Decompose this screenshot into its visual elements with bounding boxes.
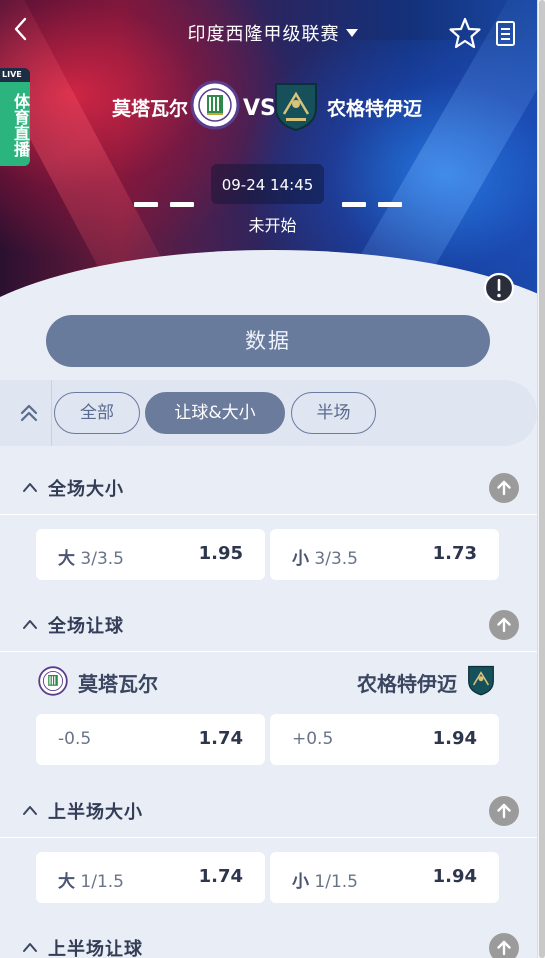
vs-label: VS bbox=[243, 96, 276, 121]
market-header[interactable]: 上半场大小 bbox=[0, 782, 537, 838]
market-title: 全场大小 bbox=[48, 479, 124, 500]
handicap-home-team: 莫塔瓦尔 bbox=[78, 672, 158, 696]
odds-under[interactable]: 小 3/3.5 1.73 bbox=[270, 529, 499, 580]
arrow-up-icon bbox=[497, 480, 511, 496]
odds-row: 大 3/3.5 1.95 小 3/3.5 1.73 bbox=[0, 515, 537, 581]
away-team-logo-small bbox=[466, 664, 496, 696]
market-half-total: 上半场大小 大 1/1.5 1.74 小 1/1.5 1.94 bbox=[0, 782, 537, 904]
page: 印度西隆甲级联赛 LIVE 体育直播 莫塔瓦尔 VS 农格特伊迈 09-24 1… bbox=[0, 0, 545, 958]
pin-top-button[interactable] bbox=[489, 610, 519, 640]
teams-row: 莫塔瓦尔 VS 农格特伊迈 bbox=[0, 78, 545, 138]
odds-away-handicap[interactable]: +0.5 1.94 bbox=[270, 714, 499, 765]
handicap-away-team: 农格特伊迈 bbox=[357, 672, 457, 696]
league-title: 印度西隆甲级联赛 bbox=[187, 24, 340, 45]
chevron-up-icon bbox=[23, 483, 37, 492]
double-chevron-up-icon bbox=[20, 404, 38, 422]
odds-value: 1.94 bbox=[432, 866, 477, 887]
market-full-handicap: 全场让球 莫塔瓦尔 农格特伊迈 -0.5 1.74 +0.5 1.94 bbox=[0, 596, 537, 766]
tab-all[interactable]: 全部 bbox=[54, 392, 140, 434]
away-team-logo bbox=[272, 80, 320, 132]
odds-label: +0.5 bbox=[292, 729, 334, 749]
odds-row: -0.5 1.74 +0.5 1.94 bbox=[0, 700, 537, 766]
home-team-logo-small bbox=[38, 666, 68, 696]
match-status: 未开始 bbox=[248, 216, 297, 235]
odds-label: 小 3/3.5 bbox=[292, 549, 358, 569]
pin-top-button[interactable] bbox=[489, 933, 519, 958]
away-score-placeholder bbox=[342, 202, 402, 210]
match-datetime: 09-24 14:45 bbox=[211, 164, 324, 204]
chevron-up-icon bbox=[23, 806, 37, 815]
odds-over[interactable]: 大 3/3.5 1.95 bbox=[36, 529, 265, 580]
home-team-name: 莫塔瓦尔 bbox=[111, 98, 188, 120]
market-full-total: 全场大小 大 3/3.5 1.95 小 3/3.5 1.73 bbox=[0, 459, 537, 581]
pin-top-button[interactable] bbox=[489, 796, 519, 826]
document-icon bbox=[496, 21, 515, 46]
odds-over[interactable]: 大 1/1.5 1.74 bbox=[36, 852, 265, 903]
market-header[interactable]: 上半场让球 bbox=[0, 919, 537, 958]
caret-down-icon bbox=[345, 29, 358, 37]
odds-value: 1.74 bbox=[198, 728, 243, 749]
top-bar: 印度西隆甲级联赛 bbox=[0, 0, 545, 64]
odds-label: -0.5 bbox=[58, 729, 92, 749]
odds-value: 1.73 bbox=[432, 543, 477, 564]
home-score-placeholder bbox=[134, 202, 194, 210]
market-header[interactable]: 全场大小 bbox=[0, 459, 537, 515]
odds-label: 小 1/1.5 bbox=[292, 872, 358, 892]
odds-value: 1.94 bbox=[432, 728, 477, 749]
odds-row: 大 1/1.5 1.74 小 1/1.5 1.94 bbox=[0, 838, 537, 904]
market-title: 全场让球 bbox=[48, 616, 124, 637]
market-header[interactable]: 全场让球 bbox=[0, 596, 537, 652]
tab-handicap-total[interactable]: 让球&大小 bbox=[145, 392, 285, 434]
market-title: 上半场让球 bbox=[48, 939, 143, 958]
scrollbar[interactable] bbox=[537, 0, 545, 958]
away-team-name: 农格特伊迈 bbox=[327, 98, 423, 120]
rules-button[interactable] bbox=[494, 20, 518, 48]
market-title: 上半场大小 bbox=[48, 802, 143, 823]
favorite-button[interactable] bbox=[448, 16, 482, 50]
stats-button[interactable]: 数据 bbox=[46, 315, 490, 367]
info-button[interactable] bbox=[483, 272, 515, 304]
home-team-logo bbox=[190, 80, 240, 130]
odds-home-handicap[interactable]: -0.5 1.74 bbox=[36, 714, 265, 765]
arrow-up-icon bbox=[497, 617, 511, 633]
scrollbar-thumb[interactable] bbox=[539, 0, 545, 958]
exclamation-circle-icon bbox=[483, 272, 515, 304]
match-hero: 印度西隆甲级联赛 LIVE 体育直播 莫塔瓦尔 VS 农格特伊迈 09-24 1… bbox=[0, 0, 545, 360]
odds-label: 大 3/3.5 bbox=[58, 549, 124, 569]
odds-label: 大 1/1.5 bbox=[58, 872, 124, 892]
odds-value: 1.74 bbox=[198, 866, 243, 887]
star-outline-icon bbox=[449, 17, 481, 49]
tab-half[interactable]: 半场 bbox=[291, 392, 376, 434]
arrow-up-icon bbox=[497, 803, 511, 819]
arrow-up-icon bbox=[497, 940, 511, 956]
chevron-up-icon bbox=[23, 620, 37, 629]
odds-value: 1.95 bbox=[198, 543, 243, 564]
odds-under[interactable]: 小 1/1.5 1.94 bbox=[270, 852, 499, 903]
chevron-up-icon bbox=[23, 943, 37, 952]
pin-top-button[interactable] bbox=[489, 473, 519, 503]
market-half-handicap: 上半场让球 bbox=[0, 919, 537, 958]
collapse-all-button[interactable] bbox=[0, 380, 52, 446]
market-tab-bar: 全部 让球&大小 半场 bbox=[0, 380, 537, 446]
